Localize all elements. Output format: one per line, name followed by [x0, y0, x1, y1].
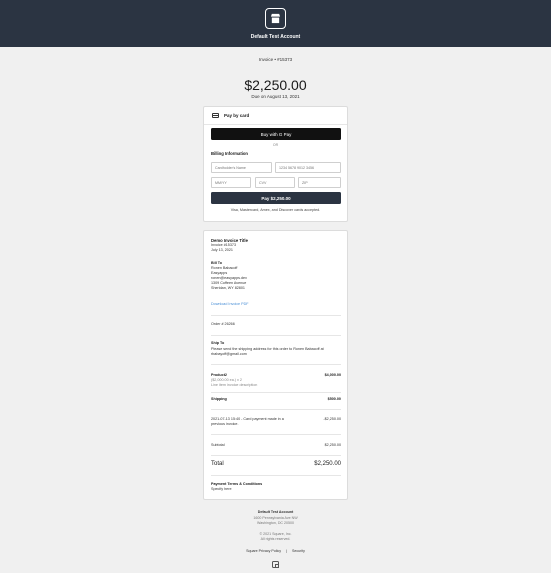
ship-to-email: rbabayoff@gmail.com — [211, 352, 247, 356]
security-link[interactable]: Security — [292, 549, 305, 553]
footer-links: Square Privacy Policy | Security — [0, 549, 551, 553]
cardholder-name-input[interactable] — [211, 162, 272, 173]
order-number: Order # 26266 — [211, 322, 235, 326]
privacy-policy-link[interactable]: Square Privacy Policy — [246, 549, 281, 553]
footer-rights: All rights reserved. — [260, 537, 291, 541]
line-item-price: $4,000.00 — [324, 373, 341, 377]
or-divider: OR — [272, 143, 279, 147]
bill-to-line: Sheridan, WY 82801 — [211, 286, 245, 290]
due-date: Due on August 13, 2021 — [251, 94, 300, 99]
divider — [211, 392, 341, 393]
divider — [211, 364, 341, 365]
divider — [211, 315, 341, 316]
invoice-number: Invoice • #15373 — [258, 57, 293, 62]
total-label: Total — [211, 461, 224, 467]
footer-address: Washington, DC 20500 — [256, 521, 295, 525]
shipping-label: Shipping — [211, 397, 227, 401]
payment-card: Pay by card Buy with G Pay OR Billing In… — [203, 106, 348, 222]
google-pay-button[interactable]: Buy with G Pay — [211, 128, 341, 140]
billing-info-label: Billing Information — [211, 151, 248, 156]
payment-record-text: previous invoice. — [211, 422, 239, 426]
subtotal-value: $2,250.00 — [324, 443, 341, 447]
subtotal-label: Subtotal — [211, 443, 225, 447]
square-logo-icon — [272, 561, 279, 568]
credit-card-icon — [212, 113, 219, 118]
terms-text: Specify here — [211, 487, 232, 491]
shipping-value: $500.00 — [327, 397, 341, 401]
pay-button[interactable]: Pay $2,250.00 — [211, 192, 341, 204]
footer-store-name: Default Test Account — [257, 510, 294, 514]
accepted-cards-note: Visa, Mastercard, Amex, and Discover car… — [230, 208, 321, 212]
divider — [211, 409, 341, 410]
total-value: $2,250.00 — [314, 461, 341, 467]
cvv-input[interactable] — [255, 177, 295, 188]
invoice-details-card: Demo Invoice Title Invoice #15373 July 1… — [203, 230, 348, 500]
pay-by-card-title: Pay by card — [224, 113, 250, 118]
divider — [211, 434, 341, 435]
divider — [211, 335, 341, 336]
expiry-input[interactable] — [211, 177, 251, 188]
card-number-input[interactable] — [275, 162, 341, 173]
store-name: Default Test Account — [250, 34, 301, 40]
invoice-amount: $2,250.00 — [244, 77, 307, 93]
divider — [211, 475, 341, 476]
zip-input[interactable] — [298, 177, 341, 188]
footer-separator: | — [286, 549, 287, 553]
line-item-description: Line item invoice description — [211, 383, 258, 387]
download-pdf-link[interactable]: Download Invoice PDF — [211, 302, 249, 307]
payment-record-value: -$2,250.00 — [323, 417, 341, 421]
payment-card-header: Pay by card — [204, 107, 347, 125]
storefront-icon — [270, 13, 281, 24]
invoice-date: July 13, 2021 — [211, 248, 233, 252]
top-header: Default Test Account — [0, 0, 551, 47]
ship-to-label: Ship To — [211, 341, 225, 345]
store-icon — [265, 8, 286, 29]
divider — [211, 455, 341, 456]
